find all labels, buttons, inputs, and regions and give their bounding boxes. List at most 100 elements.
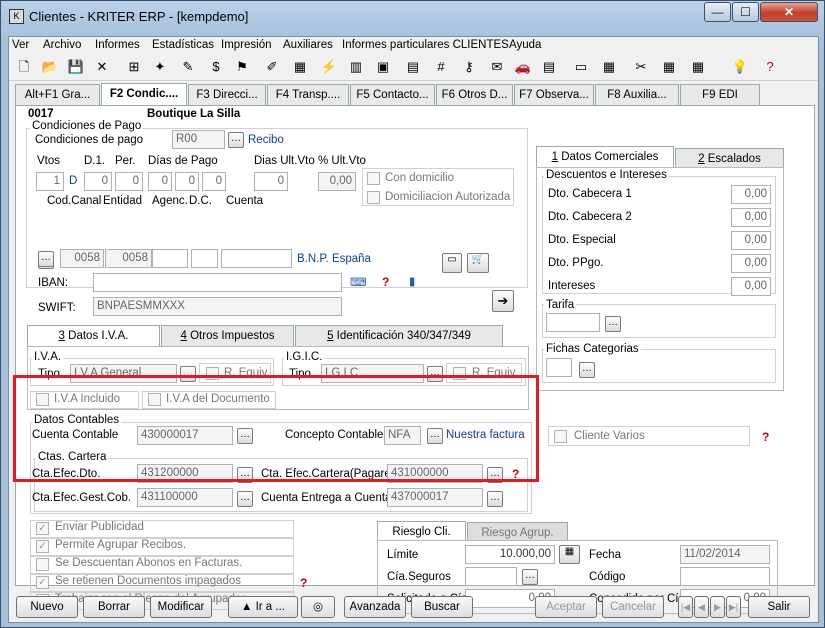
agenc-field[interactable] [152, 249, 188, 268]
grid-icon[interactable]: ▦ [291, 58, 309, 76]
table-icon[interactable]: ▦ [660, 58, 678, 76]
tab-2[interactable]: F3 Direcci... [188, 84, 266, 105]
next-record-button[interactable]: ▶ [710, 596, 725, 618]
pin-icon[interactable]: ✦ [151, 58, 169, 76]
help-icon[interactable]: ? [762, 430, 769, 444]
envelope-icon[interactable]: ✉ [488, 58, 506, 76]
camera-icon[interactable]: ▣ [374, 58, 392, 76]
num-icon[interactable]: # [432, 58, 450, 76]
menu-3[interactable]: Estadísticas [152, 39, 214, 51]
option-checkbox[interactable]: ✓ [36, 522, 49, 535]
tab-riesgo-agrup[interactable]: Riesgo Agrup. [467, 522, 568, 541]
dia1-field[interactable]: 0 [148, 172, 172, 191]
chart-icon[interactable]: ▥ [347, 58, 365, 76]
option-checkbox[interactable]: ✓ [36, 576, 49, 589]
cuenta-field[interactable] [221, 249, 292, 268]
arrow-right-button[interactable]: ➔ [492, 290, 514, 312]
tab-6[interactable]: F7 Observa... [514, 84, 594, 105]
menu-7[interactable]: Ayuda [509, 39, 541, 51]
tab-0[interactable]: Alt+F1 Gra... [15, 84, 100, 105]
menu-6[interactable]: Informes particulares CLIENTES [342, 39, 509, 51]
first-record-button[interactable]: |◀ [678, 596, 693, 618]
calc-icon[interactable]: ▤ [404, 58, 422, 76]
menu-0[interactable]: Ver [12, 39, 29, 51]
key-icon[interactable]: ⚷ [460, 58, 478, 76]
keyboard-icon[interactable]: ⌨ [350, 275, 367, 289]
domic-aut-checkbox[interactable] [367, 191, 380, 204]
fecha-field[interactable]: 11/02/2014 [680, 545, 770, 564]
descuento-field[interactable]: 0,00 [731, 254, 771, 273]
option-checkbox[interactable] [36, 558, 49, 571]
new-icon[interactable]: 🗋 [15, 58, 33, 76]
open-icon[interactable]: 📂 [41, 58, 59, 76]
descuento-field[interactable]: 0,00 [731, 208, 771, 227]
pago-code-field[interactable]: R00 [172, 130, 225, 149]
money-icon[interactable]: $ [207, 58, 225, 76]
help-icon[interactable]: ? [761, 58, 779, 76]
per-field[interactable]: 0 [115, 172, 143, 191]
cia-seguros-field[interactable] [465, 567, 517, 586]
menu-1[interactable]: Archivo [43, 39, 81, 51]
flag-icon[interactable]: ⚑ [233, 58, 251, 76]
lightning-icon[interactable]: ⚡ [320, 58, 338, 76]
gest-cob-lookup[interactable]: … [237, 491, 253, 507]
tree-icon[interactable]: ⊞ [125, 58, 143, 76]
salir-button[interactable]: Salir [748, 596, 810, 618]
book-icon[interactable]: ▮ [409, 274, 415, 288]
tiles-icon[interactable]: ▦ [689, 58, 707, 76]
descuento-field[interactable]: 0,00 [731, 277, 771, 296]
tab-datos-comerciales[interactable]: 1 Datos Comerciales [536, 146, 674, 168]
vtos-field[interactable]: 1 [36, 172, 64, 191]
entrega-cuenta-field[interactable]: 437000017 [387, 488, 483, 507]
bulb-icon[interactable]: 💡 [731, 58, 749, 76]
tab-3[interactable]: F4 Transp.... [267, 84, 349, 105]
menu-2[interactable]: Informes [95, 39, 140, 51]
close-button[interactable]: ✕ [760, 2, 818, 22]
banco-lookup-button-2[interactable]: … [38, 251, 54, 267]
book-icon[interactable]: ▭ [572, 58, 590, 76]
modificar-button[interactable]: Modificar [150, 596, 212, 618]
entidad-field[interactable]: 0058 [105, 249, 152, 268]
limite-field[interactable]: 10.000,00 [465, 545, 555, 564]
con-domicilio-checkbox[interactable] [367, 172, 380, 185]
cliente-varios-checkbox[interactable] [554, 430, 567, 443]
car-icon[interactable]: 🚗 [514, 58, 532, 76]
descuento-field[interactable]: 0,00 [731, 231, 771, 250]
avanzada-button[interactable]: Avanzada [344, 596, 406, 618]
dias-ult-field[interactable]: 0 [254, 172, 288, 191]
ir-a-button[interactable]: ▲ Ir a ... [228, 596, 298, 618]
cancelar-button[interactable]: Cancelar [602, 596, 664, 618]
save-icon[interactable]: 💾 [67, 58, 85, 76]
entrega-cuenta-lookup[interactable]: … [487, 491, 503, 507]
iban-field[interactable] [93, 273, 342, 292]
aceptar-button[interactable]: Aceptar [535, 596, 597, 618]
dc-field[interactable] [191, 249, 218, 268]
cia-seguros-lookup[interactable]: … [522, 569, 538, 585]
tarifa-lookup[interactable]: … [605, 316, 621, 332]
tab-5[interactable]: F6 Otros D... [436, 84, 513, 105]
nuevo-button[interactable]: Nuevo [16, 596, 78, 618]
tab-riesgo-cli[interactable]: Riesglo Cli. [377, 521, 466, 541]
menu-4[interactable]: Impresión [221, 39, 272, 51]
option-checkbox[interactable]: ✓ [36, 540, 49, 553]
last-record-button[interactable]: ▶| [726, 596, 741, 618]
help-icon[interactable]: ? [382, 275, 389, 289]
canal-field[interactable]: 0058 [60, 249, 104, 268]
tab-8[interactable]: F9 EDI [680, 84, 760, 105]
buscar-button[interactable]: Buscar [411, 596, 473, 618]
cut-icon[interactable]: ✕ [93, 58, 111, 76]
porc-ult-field[interactable]: 0,00 [318, 172, 356, 191]
tab-1[interactable]: F2 Condic.... [101, 83, 187, 106]
cart-icon[interactable]: 🛒 [467, 253, 489, 273]
minimize-button[interactable]: — [704, 2, 731, 22]
tab-7[interactable]: F8 Auxilia... [595, 84, 679, 105]
tab-otros-impuestos[interactable]: 4 Otros Impuestos [161, 325, 294, 347]
pencil-icon[interactable]: ✎ [179, 58, 197, 76]
calendar-grid-icon[interactable]: ▦ [559, 545, 580, 564]
prev-record-button[interactable]: ◀ [694, 596, 709, 618]
dia3-field[interactable]: 0 [202, 172, 226, 191]
swift-field[interactable]: BNPAESMMXXX [93, 297, 342, 316]
fichas-field[interactable] [546, 358, 572, 377]
clip-icon[interactable]: ✂ [632, 58, 650, 76]
binoculars-icon[interactable]: ◎ [301, 596, 335, 618]
